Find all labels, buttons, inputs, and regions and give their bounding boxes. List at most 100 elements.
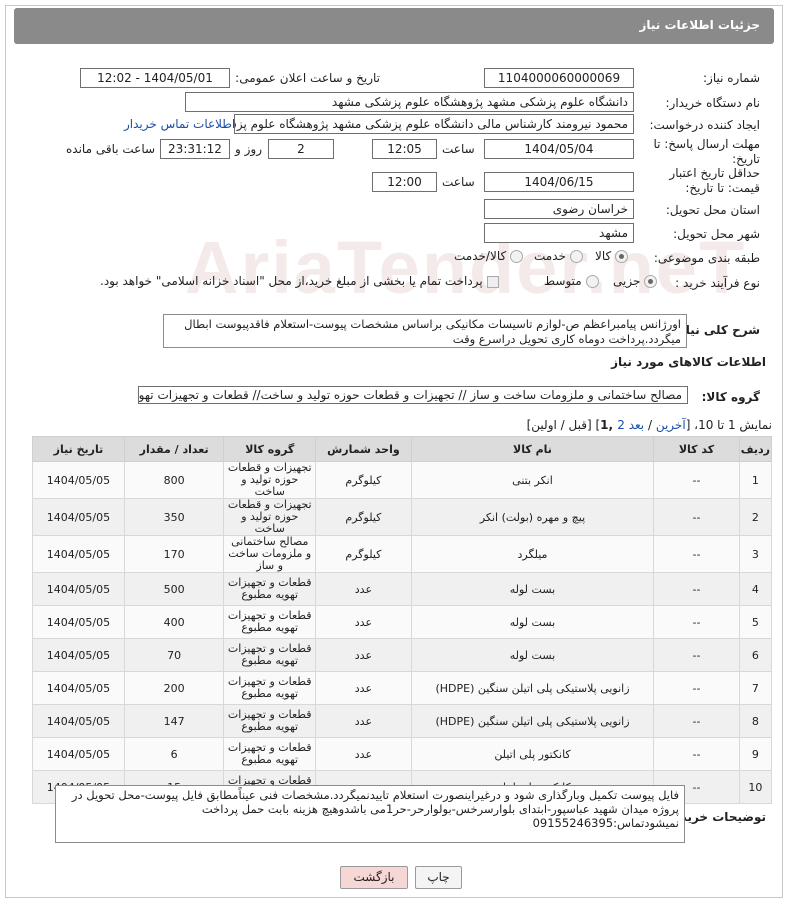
process-option-medium[interactable]: متوسط [544, 274, 599, 288]
cell-need-date: 1404/05/05 [32, 461, 125, 499]
print-button[interactable]: چاپ [415, 866, 462, 889]
cell-quantity: 70 [123, 638, 225, 672]
goods-group-field: مصالح ساختمانی و ملزومات ساخت و ساز // ت… [138, 386, 688, 404]
cell-row-number: 4 [738, 572, 773, 606]
cell-quantity: 6 [123, 737, 225, 771]
cell-quantity: 800 [123, 461, 225, 499]
cell-item-code: -- [653, 605, 740, 639]
cell-row-number: 5 [738, 605, 773, 639]
remaining-time-field: 23:31:12 [160, 139, 230, 159]
cell-item-name: کانکتور پلی اتیلن [410, 737, 655, 771]
price-validity-time-field: 12:00 [372, 172, 437, 192]
cell-row-number: 2 [738, 498, 773, 536]
cell-unit: کیلوگرم [315, 535, 412, 573]
price-validity-date-field: 1404/06/15 [484, 172, 634, 192]
table-row: 6 -- بست لوله عدد قطعات و تجهیزات تهویه مطبو… [32, 638, 773, 672]
remaining-label: ساعت باقی مانده [66, 142, 156, 156]
cell-item-group: تجهیزات و قطعات حوزه تولید و ساخت [223, 461, 317, 499]
deadline-label: مهلت ارسال پاسخ: تا تاریخ: [653, 137, 760, 166]
cell-unit: عدد [315, 704, 412, 738]
goods-group-label: گروه کالا: [701, 390, 760, 404]
creator-field: محمود نیرومند کارشناس مالی دانشگاه علوم … [234, 114, 634, 134]
cell-row-number: 10 [738, 770, 773, 804]
table-row: 5 -- بست لوله عدد قطعات و تجهیزات تهویه مطبو… [32, 605, 773, 639]
description-textarea[interactable]: اورژانس پیامبراعظم ص-لوازم تاسیسات مکانی… [163, 314, 687, 348]
announce-label: تاریخ و ساعت اعلان عمومی: [235, 71, 380, 85]
table-row: 4 -- بست لوله عدد قطعات و تجهیزات تهویه مطبو… [32, 572, 773, 606]
cell-row-number: 9 [738, 737, 773, 771]
table-header-row: ردیف کد کالا نام کالا واحد شمارش گروه کا… [32, 436, 773, 462]
need-number-field: 1104000060000069 [484, 68, 634, 88]
cell-row-number: 3 [738, 535, 773, 573]
cell-unit: عدد [315, 572, 412, 606]
deadline-time-field: 12:05 [372, 139, 437, 159]
cell-item-code: -- [653, 638, 740, 672]
header-item-group: گروه کالا [223, 436, 317, 462]
price-validity-label: حداقل تاریخ اعتبار قیمت: تا تاریخ: [669, 166, 760, 195]
cell-need-date: 1404/05/05 [32, 572, 125, 606]
cell-unit: عدد [315, 671, 412, 705]
cell-item-group: قطعات و تجهیزات تهویه مطبوع [223, 572, 317, 606]
price-validity-time-label: ساعت [442, 175, 475, 189]
header-need-date: تاریخ نیاز [32, 436, 125, 462]
table-row: 3 -- میلگرد کیلوگرم مصالح ساختمانی و ملزومات… [32, 535, 773, 573]
cell-item-group: قطعات و تجهیزات تهویه مطبوع [223, 737, 317, 771]
buyer-notes-textarea[interactable]: فایل پیوست تکمیل وبارگذاری شود و درغیرای… [55, 785, 685, 843]
cell-row-number: 8 [738, 704, 773, 738]
header-item-name: نام کالا [410, 436, 655, 462]
radio-icon [569, 250, 583, 263]
cell-item-group: قطعات و تجهیزات تهویه مطبوع [223, 704, 317, 738]
process-option-minor[interactable]: جزیی [613, 274, 658, 288]
cell-item-name: زانویی پلاستیکی پلی اتیلن سنگین (HDPE) [410, 704, 655, 738]
cell-quantity: 200 [123, 671, 225, 705]
payment-checkbox-row[interactable]: پرداخت تمام یا بخشی از مبلغ خرید،از محل … [100, 274, 499, 288]
cell-item-name: زانویی پلاستیکی پلی اتیلن سنگین (HDPE) [410, 671, 655, 705]
category-option-both[interactable]: کالا/خدمت [454, 249, 524, 263]
province-label: استان محل تحویل: [665, 203, 760, 217]
checkbox-icon [486, 275, 499, 288]
cell-unit: عدد [315, 605, 412, 639]
cell-need-date: 1404/05/05 [32, 638, 125, 672]
cell-need-date: 1404/05/05 [32, 605, 125, 639]
need-number-label: شماره نیاز: [703, 71, 760, 85]
cell-quantity: 400 [123, 605, 225, 639]
cell-item-code: -- [653, 671, 740, 705]
cell-need-date: 1404/05/05 [32, 671, 125, 705]
deadline-time-label: ساعت [442, 142, 475, 156]
category-option-service[interactable]: خدمت [534, 249, 583, 263]
cell-quantity: 350 [123, 498, 225, 536]
cell-item-group: مصالح ساختمانی و ملزومات ساخت و ساز [223, 535, 317, 573]
cell-item-name: بست لوله [410, 638, 655, 672]
cell-need-date: 1404/05/05 [32, 498, 125, 536]
pagination-page-2-link[interactable]: 2 [617, 418, 625, 432]
header-row-number: ردیف [738, 436, 773, 462]
buyer-contact-link[interactable]: اطلاعات تماس خریدار [124, 117, 235, 131]
goods-section-title: اطلاعات کالاهای مورد نیاز [611, 355, 766, 369]
cell-item-code: -- [653, 704, 740, 738]
province-field: خراسان رضوی [484, 199, 634, 219]
category-option-goods[interactable]: کالا [595, 249, 629, 263]
deadline-date-field: 1404/05/04 [484, 139, 634, 159]
buyer-org-label: نام دستگاه خریدار: [665, 96, 761, 110]
cell-unit: عدد [315, 638, 412, 672]
cell-quantity: 170 [123, 535, 225, 573]
cell-item-code: -- [653, 737, 740, 771]
cell-unit: کیلوگرم [315, 498, 412, 536]
pagination-next-link[interactable]: بعد [629, 418, 644, 432]
cell-item-code: -- [653, 572, 740, 606]
pagination-last-link[interactable]: آخرین [656, 418, 686, 432]
cell-item-group: تجهیزات و قطعات حوزه تولید و ساخت [223, 498, 317, 536]
cell-item-name: پیچ و مهره (بولت) انکر [410, 498, 655, 536]
days-label: روز و [235, 142, 262, 156]
cell-need-date: 1404/05/05 [32, 535, 125, 573]
process-label: نوع فرآیند خرید : [675, 276, 760, 290]
header-item-code: کد کالا [653, 436, 740, 462]
cell-row-number: 1 [738, 461, 773, 499]
cell-item-name: بست لوله [410, 605, 655, 639]
cell-row-number: 6 [738, 638, 773, 672]
cell-unit: عدد [315, 737, 412, 771]
radio-icon [644, 275, 658, 288]
header-unit: واحد شمارش [315, 436, 412, 462]
back-button[interactable]: بازگشت [340, 866, 408, 889]
cell-row-number: 7 [738, 671, 773, 705]
